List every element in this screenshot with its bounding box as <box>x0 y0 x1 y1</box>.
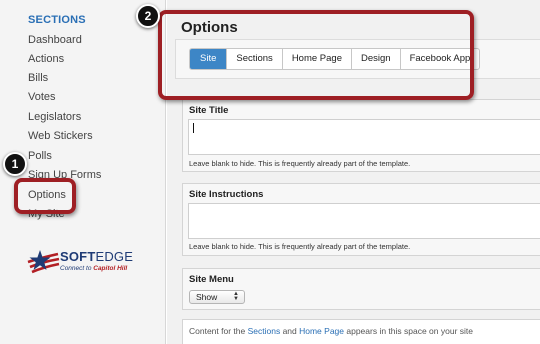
site-title-input[interactable] <box>188 119 540 155</box>
home-page-link[interactable]: Home Page <box>299 326 344 336</box>
site-title-panel: Site Title Leave blank to hide. This is … <box>182 99 540 172</box>
callout-badge-1: 1 <box>3 152 27 176</box>
site-menu-selected: Show <box>196 292 218 302</box>
sidebar-item-web-stickers[interactable]: Web Stickers <box>28 130 93 142</box>
logo-wordmark: SOFTEDGE <box>60 249 134 264</box>
site-menu-panel: Site Menu Show ▲ ▼ <box>182 268 540 310</box>
logo-tagline: Connect to Capitol Hill <box>60 265 128 272</box>
site-instructions-label: Site Instructions <box>189 189 264 200</box>
callout-highlight-tabs <box>158 10 474 100</box>
logo-star-icon <box>27 250 60 274</box>
sidebar-item-polls[interactable]: Polls <box>28 150 52 162</box>
sidebar: SECTIONS Dashboard Actions Bills Votes L… <box>0 0 166 344</box>
site-instructions-help: Leave blank to hide. This is frequently … <box>189 242 411 251</box>
softedge-logo: SOFTEDGE Connect to Capitol Hill <box>26 248 156 276</box>
callout-badge-2: 2 <box>136 4 160 28</box>
site-title-label: Site Title <box>189 105 229 116</box>
sidebar-item-votes[interactable]: Votes <box>28 91 56 103</box>
sidebar-item-legislators[interactable]: Legislators <box>28 111 81 123</box>
site-menu-label: Site Menu <box>189 274 234 285</box>
select-updown-icon: ▲ ▼ <box>233 291 239 302</box>
sidebar-item-dashboard[interactable]: Dashboard <box>28 34 82 46</box>
callout-highlight-options <box>14 178 76 214</box>
sidebar-heading: SECTIONS <box>28 14 86 26</box>
sidebar-item-bills[interactable]: Bills <box>28 72 48 84</box>
text-cursor <box>193 123 194 133</box>
sections-link[interactable]: Sections <box>248 326 281 336</box>
sidebar-item-actions[interactable]: Actions <box>28 53 64 65</box>
site-instructions-input[interactable] <box>188 203 540 239</box>
site-instructions-panel: Site Instructions Leave blank to hide. T… <box>182 183 540 256</box>
content-note-text: Content for the Sections and Home Page a… <box>189 326 473 336</box>
site-menu-select[interactable]: Show ▲ ▼ <box>189 290 245 304</box>
site-title-help: Leave blank to hide. This is frequently … <box>189 159 411 168</box>
content-placeholder-note: Content for the Sections and Home Page a… <box>182 319 540 344</box>
